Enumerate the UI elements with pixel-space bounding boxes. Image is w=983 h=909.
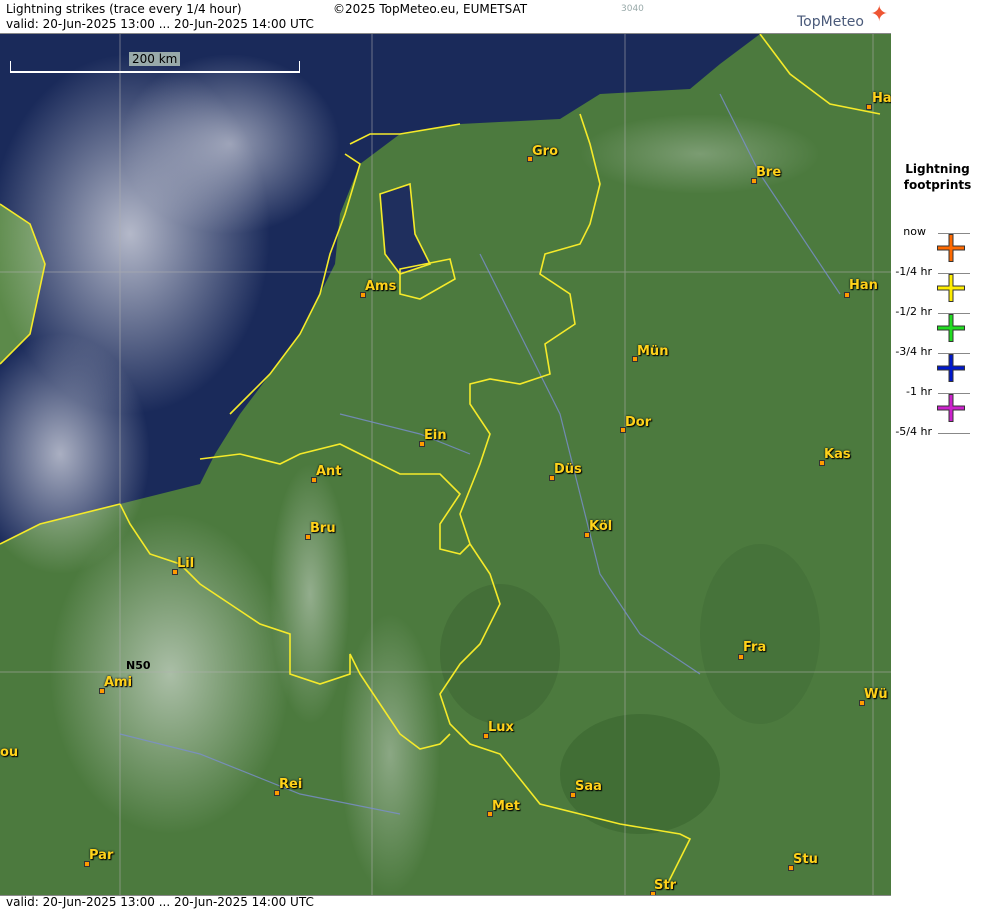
- scale-bar: 200 km: [10, 52, 300, 73]
- city-label-han: Han: [849, 278, 878, 293]
- legend-title: Lightning footprints: [903, 162, 972, 192]
- city-label-rei: Rei: [279, 777, 303, 792]
- lightning-cross-icon: [937, 354, 965, 382]
- lightning-legend: Lightning footprints now -1/4 hr -1/2 hr -3…: [892, 33, 983, 894]
- city-label-wu: Wü: [864, 687, 888, 702]
- city-label-ein: Ein: [424, 428, 447, 443]
- legend-label: now: [903, 225, 926, 238]
- valid-time-header: valid: 20-Jun-2025 13:00 ... 20-Jun-2025…: [6, 17, 314, 31]
- lightning-cross-icon: [937, 314, 965, 342]
- lightning-cross-icon: [937, 234, 965, 262]
- city-label-kas: Kas: [824, 447, 851, 462]
- city-label-ant: Ant: [316, 464, 342, 479]
- satellite-map[interactable]: 200 km N50 Gro Bre Ham Ams Han Mün Dor E…: [0, 33, 891, 896]
- latitude-label: N50: [126, 659, 151, 672]
- city-label-met: Met: [492, 799, 520, 814]
- city-label-lux: Lux: [488, 720, 514, 735]
- city-label-fra: Fra: [743, 640, 767, 655]
- city-label-lil: Lil: [177, 556, 195, 571]
- city-label-partial: ou: [0, 745, 19, 760]
- city-label-ams: Ams: [365, 279, 397, 294]
- lightning-cross-icon: [937, 274, 965, 302]
- city-label-stu: Stu: [793, 852, 818, 867]
- scale-label: 200 km: [129, 52, 181, 66]
- city-label-gro: Gro: [532, 144, 559, 159]
- legend-label: -1/2 hr: [895, 305, 932, 318]
- city-label-mun: Mün: [637, 344, 669, 359]
- city-label-kol: Köl: [589, 519, 613, 534]
- lightning-cross-icon: [937, 394, 965, 422]
- topmeteo-logo-text: TopMeteo: [797, 14, 864, 30]
- legend-label: -3/4 hr: [895, 345, 932, 358]
- city-label-par: Par: [89, 848, 114, 863]
- map-title: Lightning strikes (trace every 1/4 hour): [6, 2, 242, 16]
- compass-logo-icon: ✦: [870, 2, 889, 27]
- product-code: 3040: [621, 4, 644, 14]
- city-label-saa: Saa: [575, 779, 602, 794]
- city-label-ami: Ami: [104, 675, 133, 690]
- city-label-bre: Bre: [756, 165, 782, 180]
- legend-label: -1/4 hr: [895, 265, 932, 278]
- legend-label: -5/4 hr: [895, 425, 932, 438]
- valid-time-footer: valid: 20-Jun-2025 13:00 ... 20-Jun-2025…: [6, 895, 314, 909]
- legend-label: -1 hr: [906, 385, 932, 398]
- map-canvas: [0, 34, 891, 895]
- legend-separator: [938, 433, 970, 434]
- city-label-dus: Düs: [554, 462, 582, 477]
- city-label-ham: Ham: [872, 91, 891, 106]
- city-label-dor: Dor: [625, 415, 652, 430]
- city-label-str: Str: [654, 878, 676, 893]
- copyright-text: ©2025 TopMeteo.eu, EUMETSAT: [333, 2, 528, 16]
- city-label-bru: Bru: [310, 521, 336, 536]
